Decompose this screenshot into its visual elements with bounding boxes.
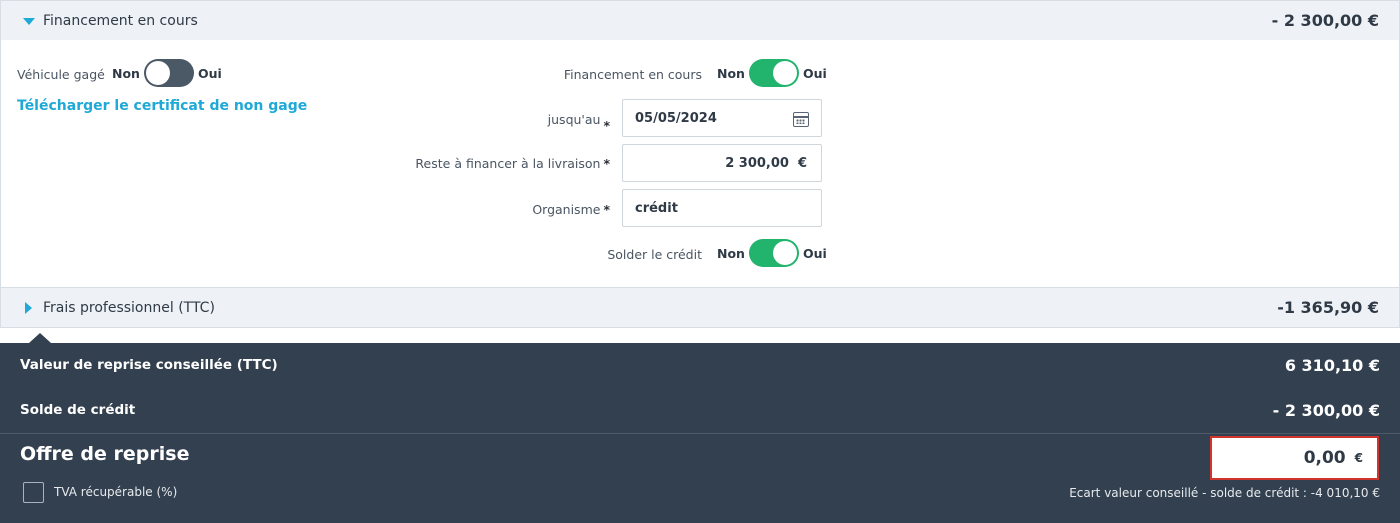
required-marker: * <box>603 202 610 217</box>
jusquau-value: 05/05/2024 <box>635 110 717 126</box>
frais-amount: -1 365,90 € <box>1277 298 1379 317</box>
offre-value: 0,00 <box>1303 448 1346 468</box>
solder-toggle-group: Non Oui <box>717 239 827 267</box>
caret-right-icon <box>25 302 32 314</box>
organisme-input[interactable]: crédit <box>622 189 822 227</box>
reste-input[interactable]: 2 300,00 € <box>622 144 822 182</box>
offre-title: Offre de reprise <box>20 443 190 465</box>
financement-toggle-yes: Oui <box>802 65 827 81</box>
offre-currency: € <box>1354 451 1363 465</box>
required-marker: * <box>603 118 610 133</box>
financement-toggle[interactable] <box>748 59 799 87</box>
solder-yes: Oui <box>802 245 827 261</box>
tva-label: TVA récupérable (%) <box>54 485 178 499</box>
vehicule-gage-no: Non <box>112 65 140 81</box>
frais-title: Frais professionnel (TTC) <box>43 299 215 316</box>
reste-value: 2 300,00 <box>725 155 789 171</box>
download-certificate-link[interactable]: Télécharger le certificat de non gage <box>17 98 307 114</box>
jusquau-date-input[interactable]: 05/05/2024 <box>622 99 822 137</box>
valeur-label: Valeur de reprise conseillée (TTC) <box>20 357 278 373</box>
tva-checkbox[interactable] <box>23 482 44 503</box>
required-marker: * <box>603 156 610 171</box>
financement-toggle-label: Financement en cours <box>563 67 702 82</box>
divider <box>0 433 1400 434</box>
financement-toggle-group: Non Oui <box>717 59 827 87</box>
jusquau-label-text: jusqu'au <box>547 112 601 127</box>
vehicule-gage-label: Véhicule gagé <box>17 67 105 82</box>
calendar-icon[interactable] <box>793 112 809 127</box>
vehicule-gage-toggle-group: Non Oui <box>112 59 222 87</box>
solder-no: Non <box>717 245 745 261</box>
toggle-knob <box>772 241 797 265</box>
financement-amount: - 2 300,00 € <box>1271 11 1379 30</box>
organisme-value: crédit <box>635 200 678 216</box>
financement-toggle-no: Non <box>717 65 745 81</box>
solder-toggle[interactable] <box>748 239 799 267</box>
solde-label: Solde de crédit <box>20 402 136 418</box>
offre-input[interactable]: 0,00 € <box>1210 436 1379 480</box>
page: Financement en cours - 2 300,00 € Véhicu… <box>0 0 1400 523</box>
organisme-label-text: Organisme <box>532 202 601 217</box>
reste-label-text: Reste à financer à la livraison <box>415 156 601 171</box>
caret-down-icon <box>23 18 35 25</box>
financement-title: Financement en cours <box>43 12 198 29</box>
frais-header[interactable]: Frais professionnel (TTC) -1 365,90 € <box>0 287 1400 328</box>
toggle-knob <box>772 61 797 85</box>
reste-label: Reste à financer à la livraison * <box>415 156 610 171</box>
valeur-amount: 6 310,10 € <box>1284 356 1380 375</box>
reste-currency: € <box>797 155 807 171</box>
toggle-knob <box>145 61 170 85</box>
vehicule-gage-toggle[interactable] <box>143 59 194 87</box>
pointer-arrow <box>29 333 51 343</box>
organisme-label: Organisme * <box>532 202 610 217</box>
summary-panel: Valeur de reprise conseillée (TTC) 6 310… <box>0 333 1400 523</box>
solder-label: Solder le crédit <box>607 247 702 262</box>
financement-body: Véhicule gagé Non Oui Télécharger le cer… <box>0 40 1400 288</box>
ecart-text: Ecart valeur conseillé - solde de crédit… <box>1069 486 1380 500</box>
solde-amount: - 2 300,00 € <box>1272 401 1380 420</box>
jusquau-label: jusqu'au * <box>547 112 610 133</box>
financement-header[interactable]: Financement en cours - 2 300,00 € <box>0 0 1400 41</box>
vehicule-gage-yes: Oui <box>197 65 222 81</box>
